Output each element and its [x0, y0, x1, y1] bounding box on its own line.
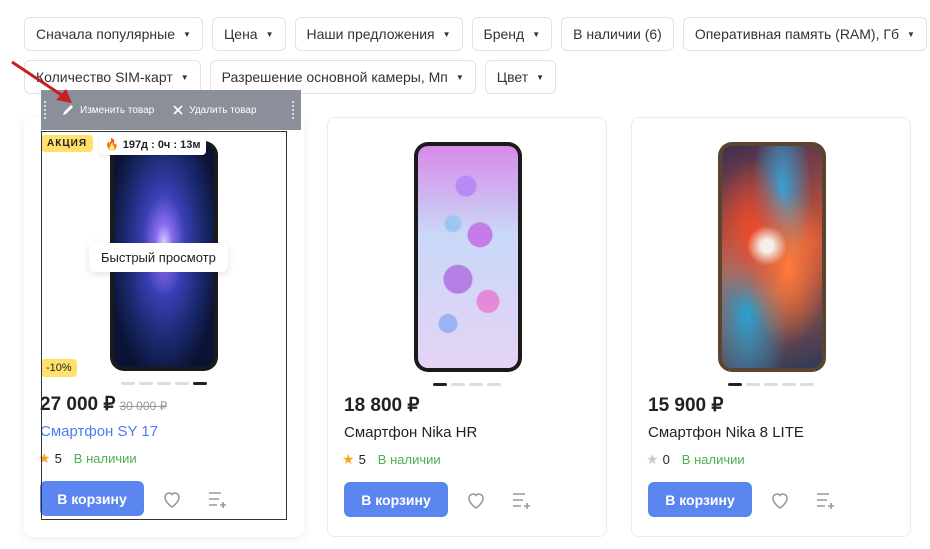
chevron-down-icon: ▼ — [180, 72, 189, 82]
product-meta: ★ 5 В наличии — [38, 450, 137, 467]
compare-list-icon[interactable] — [814, 488, 838, 512]
delete-product-button[interactable]: Удалить товар — [172, 104, 257, 116]
chevron-down-icon: ▼ — [442, 29, 451, 39]
pager-dot[interactable] — [469, 383, 483, 386]
product-image[interactable] — [414, 142, 522, 372]
chevron-down-icon: ▼ — [183, 29, 191, 39]
product-title[interactable]: Смартфон Nika HR — [344, 424, 477, 441]
product-card[interactable]: 15 900 ₽ Смартфон Nika 8 LITE ★ 0 В нали… — [631, 117, 911, 537]
pager-dot[interactable] — [764, 383, 778, 386]
star-icon: ★ — [38, 450, 51, 466]
image-pager — [24, 382, 304, 385]
product-meta: ★ 0 В наличии — [646, 451, 745, 468]
countdown-timer: 🔥 197д : 0ч : 13м — [99, 134, 207, 155]
filter-in-stock[interactable]: В наличии (6) — [561, 17, 674, 51]
add-to-cart-button[interactable]: В корзину — [40, 481, 144, 516]
filter-brand[interactable]: Бренд ▼ — [471, 17, 553, 51]
pager-dot[interactable] — [121, 382, 135, 385]
rating-value: 5 — [358, 452, 366, 467]
chevron-down-icon: ▼ — [455, 72, 464, 82]
filter-row-1: Сначала популярные ▼ Цена ▼ Наши предложен… — [24, 17, 930, 51]
admin-edit-toolbar: Изменить товар Удалить товар — [41, 90, 301, 130]
rating-value: 0 — [662, 452, 670, 467]
heart-icon[interactable] — [768, 488, 792, 512]
product-card[interactable]: АКЦИЯ 🔥 197д : 0ч : 13м Быстрый просмотр… — [24, 117, 304, 537]
product-title[interactable]: Смартфон Nika 8 LITE — [648, 424, 804, 441]
chevron-down-icon: ▼ — [532, 29, 541, 39]
filter-ram[interactable]: Оперативная память (RAM), Гб ▼ — [682, 17, 927, 51]
product-title[interactable]: Смартфон SY 17 — [40, 423, 158, 440]
add-to-cart-button[interactable]: В корзину — [344, 482, 448, 517]
quick-view-button[interactable]: Быстрый просмотр — [89, 243, 228, 272]
compare-list-icon[interactable] — [206, 487, 230, 511]
stock-status: В наличии — [681, 452, 745, 467]
phone-screen-image — [722, 146, 822, 368]
compare-list-icon[interactable] — [510, 488, 534, 512]
pager-dot[interactable] — [487, 383, 501, 386]
filter-camera[interactable]: Разрешение основной камеры, Мп ▼ — [209, 60, 476, 94]
stock-status: В наличии — [377, 452, 441, 467]
sale-badge: АКЦИЯ — [41, 135, 94, 152]
product-meta: ★ 5 В наличии — [342, 451, 441, 468]
rating-value: 5 — [54, 451, 62, 466]
close-icon — [173, 105, 183, 115]
pager-dot[interactable] — [175, 382, 189, 385]
pager-dot[interactable] — [433, 383, 447, 386]
phone-screen-image — [418, 146, 518, 368]
product-image[interactable] — [718, 142, 826, 372]
add-to-cart-button[interactable]: В корзину — [648, 482, 752, 517]
discount-badge: -10% — [41, 359, 77, 377]
product-card[interactable]: 18 800 ₽ Смартфон Nika HR ★ 5 В наличии … — [327, 117, 607, 537]
product-price: 15 900 ₽ — [648, 395, 724, 416]
pager-dot[interactable] — [139, 382, 153, 385]
filter-sort[interactable]: Сначала популярные ▼ — [24, 17, 203, 51]
drag-handle-icon[interactable] — [289, 90, 297, 130]
pager-dot[interactable] — [157, 382, 171, 385]
image-pager — [328, 383, 606, 386]
filter-price[interactable]: Цена ▼ — [211, 17, 286, 51]
heart-icon[interactable] — [464, 488, 488, 512]
old-price: 30 000 ₽ — [119, 399, 168, 413]
pager-dot[interactable] — [800, 383, 814, 386]
filter-color[interactable]: Цвет ▼ — [484, 60, 557, 94]
chevron-down-icon: ▼ — [536, 72, 545, 82]
image-pager — [632, 383, 910, 386]
pointer-arrow-icon — [11, 60, 72, 103]
star-icon: ★ — [342, 451, 355, 467]
pager-dot[interactable] — [193, 382, 207, 385]
pager-dot[interactable] — [728, 383, 742, 386]
filter-offers[interactable]: Наши предложения ▼ — [294, 17, 463, 51]
heart-icon[interactable] — [160, 487, 184, 511]
pager-dot[interactable] — [451, 383, 465, 386]
chevron-down-icon: ▼ — [906, 29, 915, 39]
pager-dot[interactable] — [746, 383, 760, 386]
pager-dot[interactable] — [782, 383, 796, 386]
product-price: 27 000 ₽30 000 ₽ — [40, 394, 168, 415]
filter-row-2: Количество SIM-карт ▼ Разрешение основной… — [24, 60, 930, 94]
star-icon: ★ — [646, 451, 659, 467]
fire-icon: 🔥 — [105, 139, 119, 151]
product-price: 18 800 ₽ — [344, 395, 420, 416]
chevron-down-icon: ▼ — [265, 29, 274, 39]
stock-status: В наличии — [73, 451, 137, 466]
